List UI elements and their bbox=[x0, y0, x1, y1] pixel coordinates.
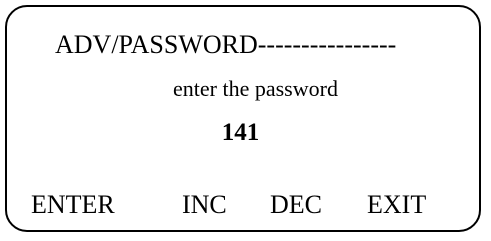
increment-button[interactable]: INC bbox=[182, 189, 227, 221]
menu-title: ADV/PASSWORD---------------- bbox=[55, 30, 397, 59]
password-prompt: enter the password bbox=[0, 76, 491, 102]
password-value: 141 bbox=[221, 119, 260, 146]
softkey-bar: ENTER INC DEC EXIT bbox=[0, 189, 491, 221]
decrement-button[interactable]: DEC bbox=[270, 189, 322, 221]
password-prompt-text: enter the password bbox=[173, 76, 338, 101]
exit-button[interactable]: EXIT bbox=[367, 189, 426, 221]
password-value-field[interactable]: 141 bbox=[0, 118, 491, 148]
enter-button[interactable]: ENTER bbox=[31, 189, 115, 221]
